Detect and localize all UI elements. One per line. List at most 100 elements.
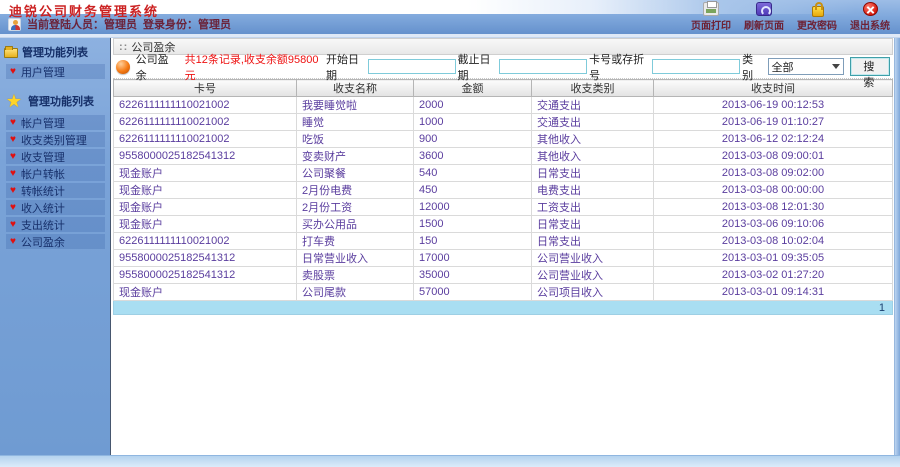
summary-title: 公司盈余 [135, 53, 169, 82]
cell-amount: 35000 [413, 266, 532, 284]
cell-card-number: 现金账户 [113, 215, 297, 233]
summary-stats: 共12条记录,收支余额95800元 [184, 53, 319, 82]
cell-amount: 1000 [413, 113, 532, 131]
user-bar: 当前登陆人员：管理员 登录身份：管理员 [8, 16, 231, 32]
records-table: 卡号 收支名称 金额 收支类别 收支时间 6226111111110021002 我要睡觉… [113, 79, 893, 301]
table-row: 现金账户 买办公用品 1500 日常支出 2013-03-06 09:10:06 [113, 215, 893, 233]
sidebar-group-items: 用户管理 [0, 64, 110, 79]
action-label: 刷新页面 [744, 21, 784, 32]
cell-card-number: 现金账户 [113, 164, 297, 182]
filter-field: 截止日期 [458, 51, 588, 83]
table-row: 6226111111110021002 吃饭 900 其他收入 2013-06-12 0… [113, 130, 893, 148]
cell-category: 公司营业收入 [531, 266, 654, 284]
cell-amount: 12000 [413, 198, 532, 216]
header-action-password[interactable]: 更改密码 [797, 2, 837, 32]
cell-time: 2013-03-08 09:00:01 [653, 147, 893, 165]
sidebar-item[interactable]: 收入统计 [6, 200, 105, 215]
filter-field: 开始日期 [326, 51, 456, 83]
table-row: 9558000025182541312 变卖财产 3600 其他收入 2013-03-0… [113, 147, 893, 165]
sidebar-group-header[interactable]: 管理功能列表 [0, 42, 110, 62]
sidebar-group-items: 帐户管理 收支类别管理 收支管理 帐户转帐 转帐统计 收入统计 支出统计 公司盈… [0, 115, 110, 249]
user-icon [8, 17, 21, 31]
cell-name: 打车费 [296, 232, 414, 250]
sidebar-group: 管理功能列表 用户管理 [0, 42, 110, 79]
orange-ball-icon [116, 59, 130, 74]
cell-amount: 17000 [413, 249, 532, 267]
folder-icon [4, 45, 18, 58]
cell-category: 电费支出 [531, 181, 654, 199]
cell-time: 2013-03-06 09:10:06 [653, 215, 893, 233]
cell-name: 2月份工资 [296, 198, 414, 216]
search-button[interactable]: 搜 索 [849, 57, 890, 89]
cell-card-number: 现金账户 [113, 198, 297, 216]
cell-card-number: 现金账户 [113, 283, 297, 301]
card-number-input[interactable] [652, 59, 741, 74]
cell-category: 交通支出 [531, 113, 654, 131]
sidebar-item[interactable]: 收支管理 [6, 149, 105, 164]
main-content: :: 公司盈余 公司盈余 共12条记录,收支余额95800元 开始日期 截止日期… [113, 38, 893, 315]
action-label: 页面打印 [691, 21, 731, 32]
heart-icon [10, 118, 16, 128]
table-row: 6226111111110021002 睡觉 1000 交通支出 2013-06-19 … [113, 113, 893, 131]
cell-name: 2月份电费 [296, 181, 414, 199]
header-action-refresh[interactable]: 刷新页面 [744, 2, 784, 32]
cell-time: 2013-06-12 02:12:24 [653, 130, 893, 148]
sidebar-item[interactable]: 用户管理 [6, 64, 105, 79]
cell-category: 交通支出 [531, 96, 654, 114]
sidebar-item[interactable]: 转帐统计 [6, 183, 105, 198]
cell-amount: 3600 [413, 147, 532, 165]
cell-time: 2013-06-19 01:10:27 [653, 113, 893, 131]
cell-category: 日常支出 [531, 164, 654, 182]
filter-field: 卡号或存折号 [589, 51, 741, 83]
sidebar-group-label: 管理功能列表 [28, 96, 94, 108]
header-action-exit[interactable]: 退出系统 [850, 2, 890, 32]
sidebar-item[interactable]: 收支类别管理 [6, 132, 105, 147]
toolbar: 公司盈余 共12条记录,收支余额95800元 开始日期 截止日期 卡号或存折号 … [113, 54, 893, 89]
login-role-label: 登录身份：管理员 [143, 19, 231, 31]
cell-name: 公司聚餐 [296, 164, 414, 182]
table-row: 9558000025182541312 日常营业收入 17000 公司营业收入 2013… [113, 249, 893, 267]
sidebar-item[interactable]: 支出统计 [6, 217, 105, 232]
cell-card-number: 6226111111110021002 [113, 113, 297, 131]
cell-name: 买办公用品 [296, 215, 414, 233]
cell-card-number: 6226111111110021002 [113, 130, 297, 148]
breadcrumb-prefix-icon: :: [119, 40, 129, 53]
cell-name: 日常营业收入 [296, 249, 414, 267]
sidebar-item[interactable]: 公司盈余 [6, 234, 105, 249]
sidebar-item-label: 收支类别管理 [20, 134, 87, 147]
cell-time: 2013-03-01 09:14:31 [653, 283, 893, 301]
cell-card-number: 6226111111110021002 [113, 232, 297, 250]
start-date-input[interactable] [367, 59, 456, 74]
cell-time: 2013-03-01 09:35:05 [653, 249, 893, 267]
heart-icon [10, 237, 16, 247]
heart-icon [10, 203, 16, 213]
end-date-input[interactable] [499, 59, 588, 74]
cell-amount: 900 [413, 130, 532, 148]
cell-time: 2013-03-08 00:00:00 [653, 181, 893, 199]
table-row: 现金账户 2月份工资 12000 工资支出 2013-03-08 12:01:30 [113, 198, 893, 216]
sidebar-group-header[interactable]: 管理功能列表 [0, 89, 110, 113]
page-number[interactable]: 1 [879, 302, 885, 314]
cell-card-number: 9558000025182541312 [113, 249, 297, 267]
sidebar-item[interactable]: 帐户转帐 [6, 166, 105, 181]
cell-card-number: 9558000025182541312 [113, 266, 297, 284]
cell-amount: 2000 [413, 96, 532, 114]
right-border-strip [894, 38, 900, 455]
sidebar-item-label: 公司盈余 [20, 236, 65, 249]
cell-name: 吃饭 [296, 130, 414, 148]
heart-icon [10, 135, 16, 145]
sidebar-item[interactable]: 帐户管理 [6, 115, 105, 130]
heart-icon [10, 152, 16, 162]
cell-name: 睡觉 [296, 113, 414, 131]
category-select[interactable]: 全部 [767, 58, 844, 75]
cell-time: 2013-03-02 01:27:20 [653, 266, 893, 284]
cell-time: 2013-06-19 00:12:53 [653, 96, 893, 114]
header-action-print[interactable]: 页面打印 [691, 1, 731, 32]
action-label: 更改密码 [797, 21, 837, 32]
lock-icon [809, 2, 825, 17]
exit-icon [862, 2, 878, 16]
cell-amount: 57000 [413, 283, 532, 301]
table-row: 现金账户 公司尾款 57000 公司项目收入 2013-03-01 09:14:31 [113, 283, 893, 301]
heart-icon [10, 220, 16, 230]
table-row: 9558000025182541312 卖股票 35000 公司营业收入 2013-03… [113, 266, 893, 284]
